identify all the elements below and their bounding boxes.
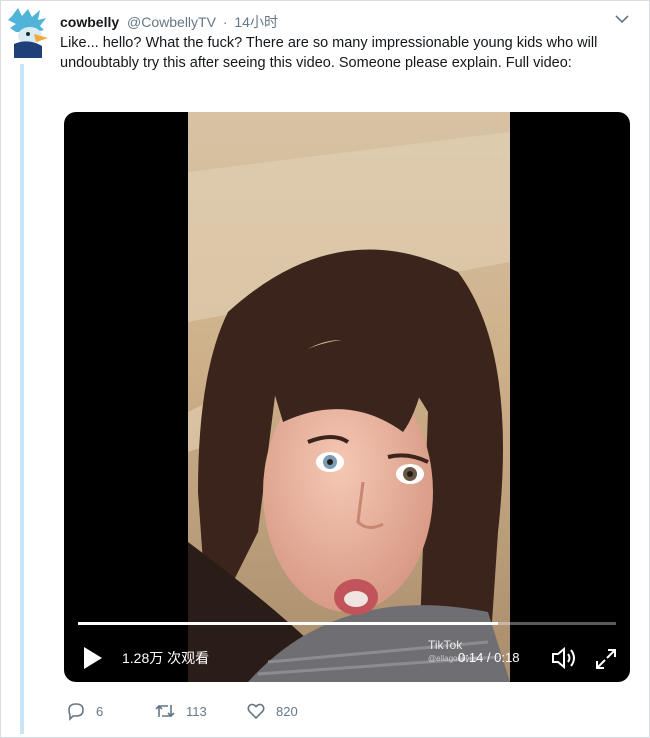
- like-action[interactable]: 820: [246, 701, 298, 721]
- tweet-text: Like... hello? What the fuck? There are …: [60, 35, 598, 71]
- timestamp[interactable]: 14小时: [234, 14, 278, 30]
- progress-bar[interactable]: [78, 622, 616, 625]
- view-count: 1.28万 次观看: [122, 650, 210, 666]
- video-player[interactable]: 1.28万 次观看 TikTok @ellagonlives 0:14 / 0:…: [64, 112, 630, 682]
- like-count: 820: [276, 703, 298, 719]
- reply-icon: [68, 703, 84, 721]
- display-name[interactable]: cowbelly: [60, 14, 119, 30]
- progress-fill: [78, 622, 498, 625]
- play-icon[interactable]: [80, 645, 104, 671]
- retweet-icon: [155, 704, 175, 718]
- retweet-action[interactable]: 113: [154, 701, 207, 721]
- reply-action[interactable]: 6: [66, 701, 103, 721]
- thread-line: [20, 64, 24, 734]
- like-icon: [247, 703, 265, 720]
- separator-dot: ·: [222, 14, 228, 30]
- chevron-down-icon[interactable]: [612, 12, 632, 26]
- user-handle[interactable]: @CowbellyTV: [127, 14, 216, 30]
- avatar[interactable]: [8, 8, 48, 58]
- tweet-header: cowbelly @CowbellyTV · 14小时: [60, 12, 278, 32]
- video-time: 0:14 / 0:18: [458, 650, 520, 665]
- reply-count: 6: [96, 703, 104, 719]
- volume-icon[interactable]: [550, 645, 580, 671]
- video-frame: [188, 112, 510, 682]
- fullscreen-icon[interactable]: [594, 647, 618, 671]
- retweet-count: 113: [186, 703, 207, 719]
